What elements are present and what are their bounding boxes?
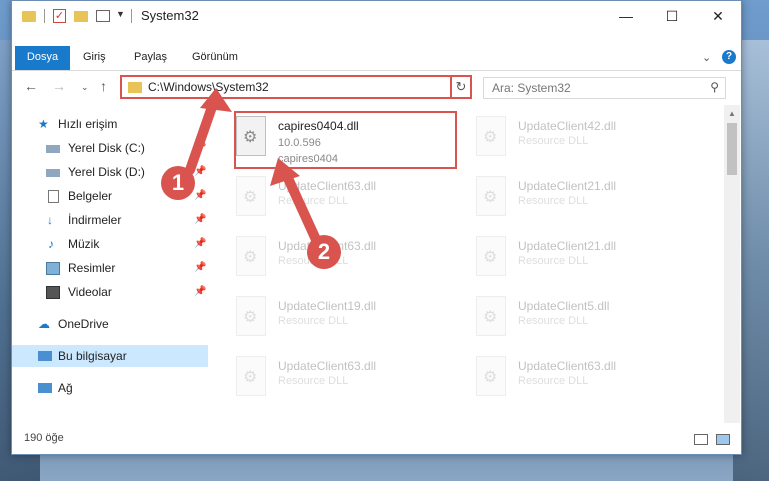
arrow-1	[185, 99, 218, 175]
arrow-1-head	[200, 88, 232, 112]
arrow-2	[282, 171, 323, 249]
step-badge-2: 2	[307, 235, 341, 269]
annotation-arrows	[185, 88, 323, 249]
step-badge-1: 1	[161, 166, 195, 200]
